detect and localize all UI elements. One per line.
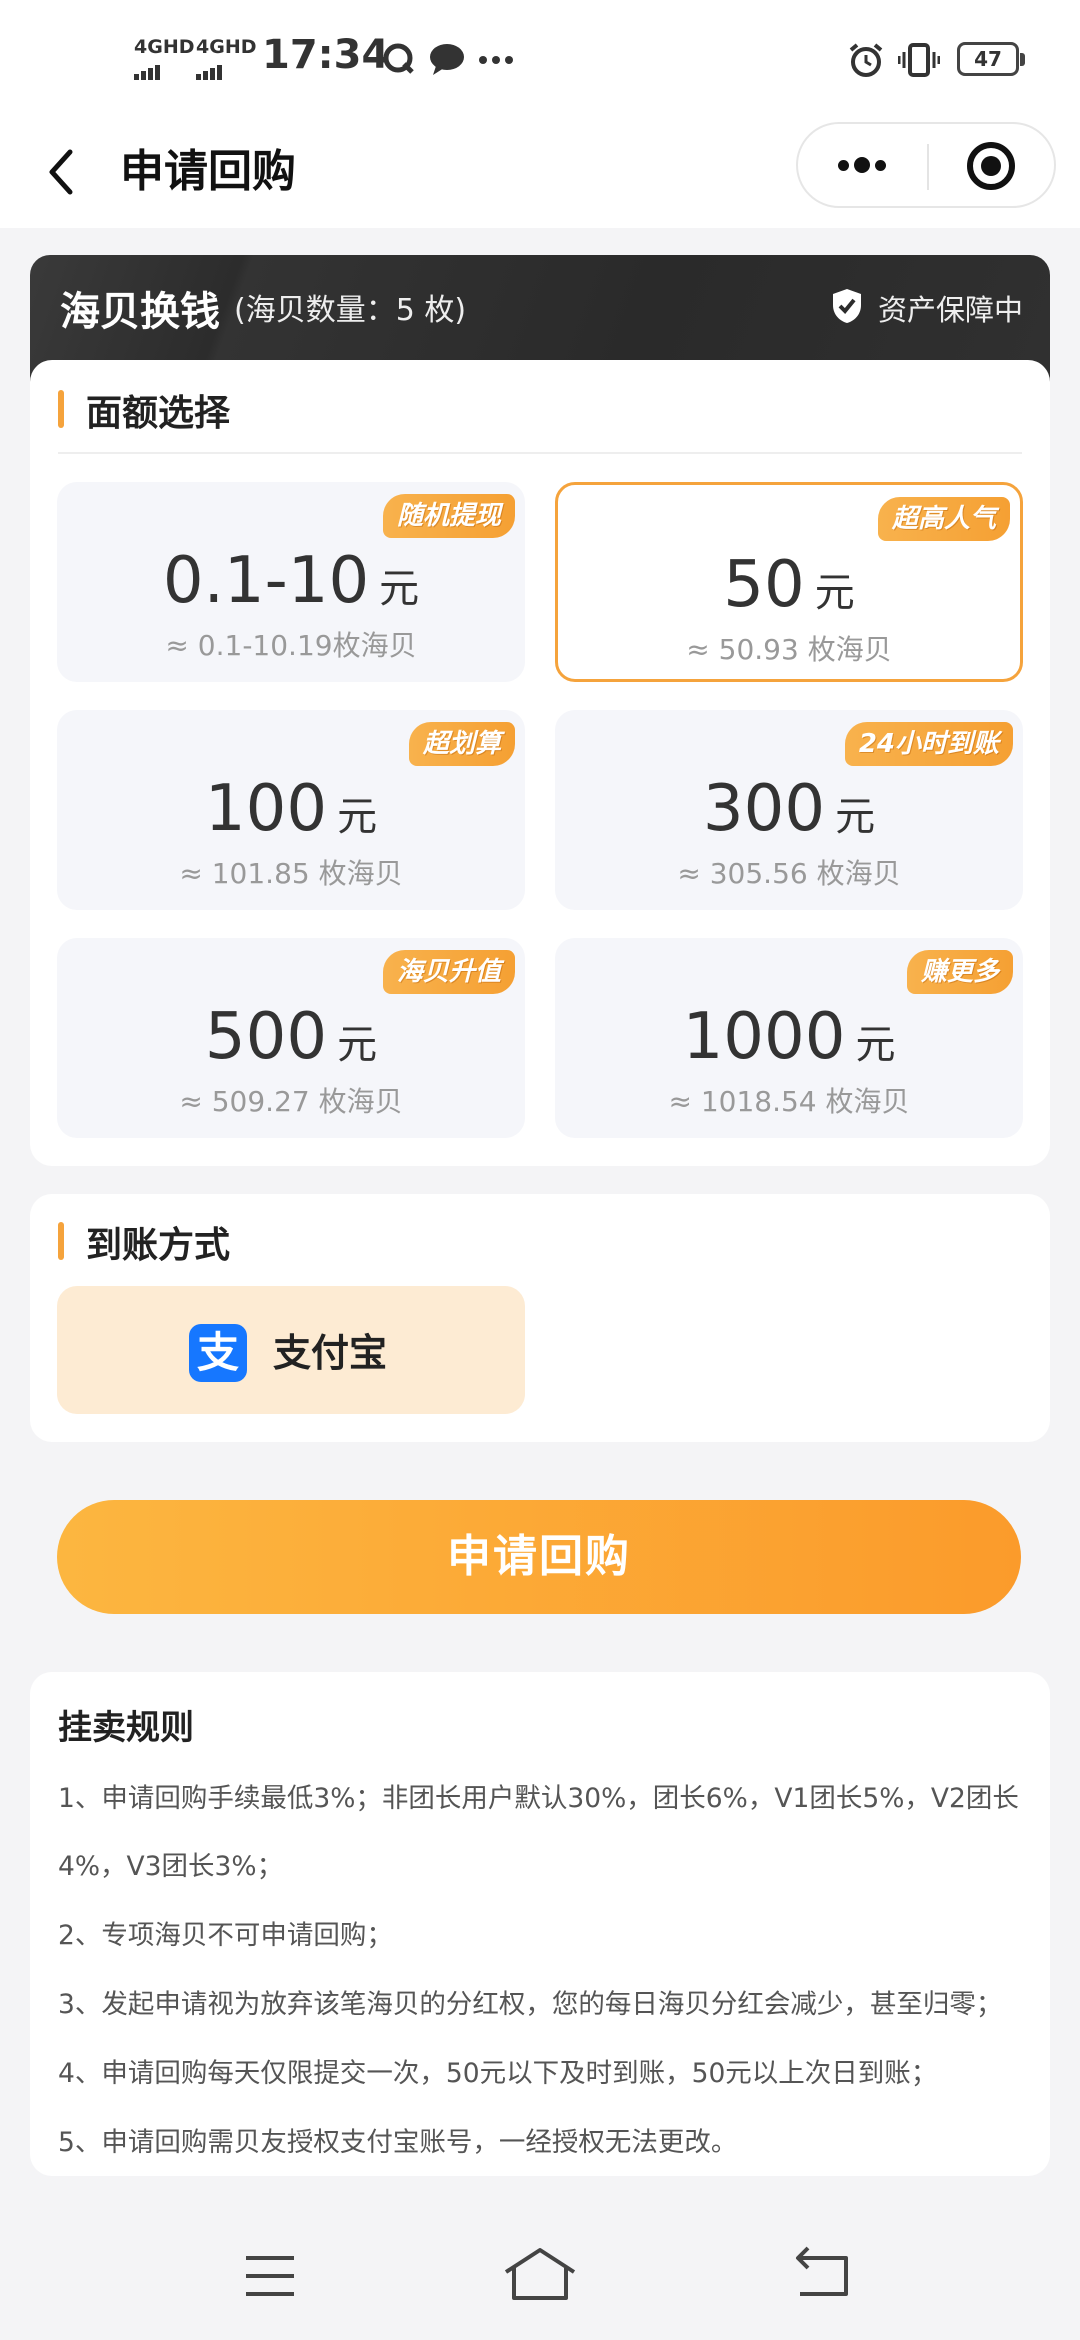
recent-apps-button[interactable] — [220, 2236, 320, 2316]
signal-bars-icon — [134, 61, 162, 80]
amount-unit: 元 — [337, 794, 378, 840]
network-type-label: 4GHD — [196, 36, 257, 58]
amount-number: 100 — [204, 772, 328, 846]
amount-shell-equivalent: ≈ 50.93 枚海贝 — [686, 633, 892, 666]
amount-number: 300 — [702, 772, 826, 846]
system-navigation-bar — [0, 2220, 1080, 2340]
amount-value: 500 元 — [57, 1002, 525, 1080]
vibrate-icon — [898, 43, 940, 77]
back-arrow-icon — [796, 2246, 848, 2296]
signal-indicator-1: 4GHD — [134, 38, 195, 80]
rule-item: 5、申请回购需贝友授权支付宝账号，一经授权无法更改。 — [58, 2127, 738, 2158]
status-bar: 4GHD 4GHD 17:34 47 — [0, 0, 1080, 120]
payment-method-card: 到账方式 支 支付宝 — [30, 1194, 1050, 1442]
signal-bars-icon — [196, 61, 224, 80]
message-notification-icon — [430, 44, 464, 75]
amount-option-300[interactable]: 24小时到账 300 元 ≈ 305.56 枚海贝 — [555, 710, 1023, 910]
payment-section-title: 到账方式 — [86, 1225, 231, 1266]
amount-option-1000[interactable]: 赚更多 1000 元 ≈ 1018.54 枚海贝 — [555, 938, 1023, 1138]
amount-unit: 元 — [835, 794, 876, 840]
amount-value: 300 元 — [555, 774, 1023, 852]
amount-shell-equivalent: ≈ 1018.54 枚海贝 — [668, 1085, 910, 1118]
amount-option-500[interactable]: 海贝升值 500 元 ≈ 509.27 枚海贝 — [57, 938, 525, 1138]
close-miniprogram-button[interactable] — [929, 124, 1054, 206]
amount-option-100[interactable]: 超划算 100 元 ≈ 101.85 枚海贝 — [57, 710, 525, 910]
battery-icon: 47 — [957, 42, 1025, 76]
amount-unit: 元 — [337, 1022, 378, 1068]
amount-number: 1000 — [682, 1000, 846, 1074]
amount-shell-equivalent: ≈ 305.56 枚海贝 — [677, 857, 901, 890]
status-time: 17:34 — [262, 32, 390, 78]
amount-shell-equivalent: ≈ 101.85 枚海贝 — [179, 857, 403, 890]
more-dot-icon — [875, 160, 886, 171]
page-title: 申请回购 — [120, 146, 296, 197]
rule-item: 2、专项海贝不可申请回购； — [58, 1920, 393, 1951]
miniprogram-capsule — [796, 122, 1056, 208]
back-button[interactable] — [40, 140, 100, 204]
alipay-option[interactable]: 支 支付宝 — [57, 1286, 525, 1414]
shell-count: (海贝数量：5 枚) — [234, 293, 467, 328]
amount-value: 0.1-10 元 — [57, 546, 525, 624]
exchange-title: 海贝换钱 — [60, 289, 220, 335]
alipay-icon: 支 — [189, 1324, 247, 1382]
home-icon — [504, 2248, 576, 2300]
back-nav-button[interactable] — [772, 2236, 872, 2316]
more-notifications-icon — [479, 56, 513, 64]
amount-number: 500 — [204, 1000, 328, 1074]
chevron-left-icon — [49, 149, 73, 195]
network-type-label: 4GHD — [134, 36, 195, 58]
amount-unit: 元 — [379, 566, 420, 612]
target-dot-icon — [981, 156, 1001, 176]
section-accent-bar — [58, 390, 64, 428]
amount-value: 1000 元 — [555, 1002, 1023, 1080]
page-header: 申请回购 — [0, 120, 1080, 228]
amount-option-0-1-10[interactable]: 随机提现 0.1-10 元 ≈ 0.1-10.19枚海贝 — [57, 482, 525, 682]
more-dot-icon — [838, 160, 849, 171]
amount-value: 100 元 — [57, 774, 525, 852]
amount-tag: 超高人气 — [877, 497, 1010, 541]
more-dot-icon — [854, 157, 870, 173]
rules-card: 挂卖规则 1、申请回购手续最低3%；非团长用户默认30%，团长6%，V1团长5%… — [30, 1672, 1050, 2176]
amount-selection-card: 面额选择 随机提现 0.1-10 元 ≈ 0.1-10.19枚海贝 超高人气 50… — [30, 360, 1050, 1166]
rule-item: 1、申请回购手续最低3%；非团长用户默认30%，团长6%，V1团长5%，V2团长 — [58, 1783, 1019, 1814]
amount-number: 0.1-10 — [162, 544, 370, 618]
shield-check-icon — [833, 289, 861, 323]
more-options-button[interactable] — [798, 124, 927, 206]
amount-number: 50 — [723, 548, 805, 622]
home-button[interactable] — [490, 2236, 590, 2316]
rule-item: 3、发起申请视为放弃该笔海贝的分红权，您的每日海贝分红会减少，甚至归零； — [58, 1989, 1003, 2020]
amount-section-title: 面额选择 — [86, 393, 231, 434]
amount-unit: 元 — [814, 570, 855, 616]
section-accent-bar — [58, 1222, 64, 1260]
amount-value: 50 元 — [558, 550, 1020, 628]
amount-unit: 元 — [855, 1022, 896, 1068]
section-divider — [58, 452, 1022, 454]
asset-protection-label: 资产保障中 — [878, 293, 1024, 327]
amount-shell-equivalent: ≈ 0.1-10.19枚海贝 — [165, 629, 417, 662]
menu-lines-icon — [246, 2256, 294, 2296]
amount-tag: 24小时到账 — [844, 722, 1013, 766]
rule-item: 4%，V3团长3%； — [58, 1851, 284, 1882]
amount-tag: 随机提现 — [382, 494, 515, 538]
alarm-icon — [849, 43, 883, 77]
amount-tag: 赚更多 — [906, 950, 1013, 994]
submit-buyback-button[interactable]: 申请回购 — [57, 1500, 1021, 1614]
signal-indicator-2: 4GHD — [196, 38, 257, 80]
amount-shell-equivalent: ≈ 509.27 枚海贝 — [179, 1085, 403, 1118]
alipay-label: 支付宝 — [273, 1331, 388, 1375]
rule-item: 4、申请回购每天仅限提交一次，50元以下及时到账，50元以上次日到账； — [58, 2058, 938, 2089]
amount-tag: 海贝升值 — [382, 950, 515, 994]
amount-option-50[interactable]: 超高人气 50 元 ≈ 50.93 枚海贝 — [555, 482, 1023, 682]
rules-title: 挂卖规则 — [58, 1708, 194, 1748]
browser-notification-icon — [383, 43, 414, 74]
amount-tag: 超划算 — [408, 722, 515, 766]
